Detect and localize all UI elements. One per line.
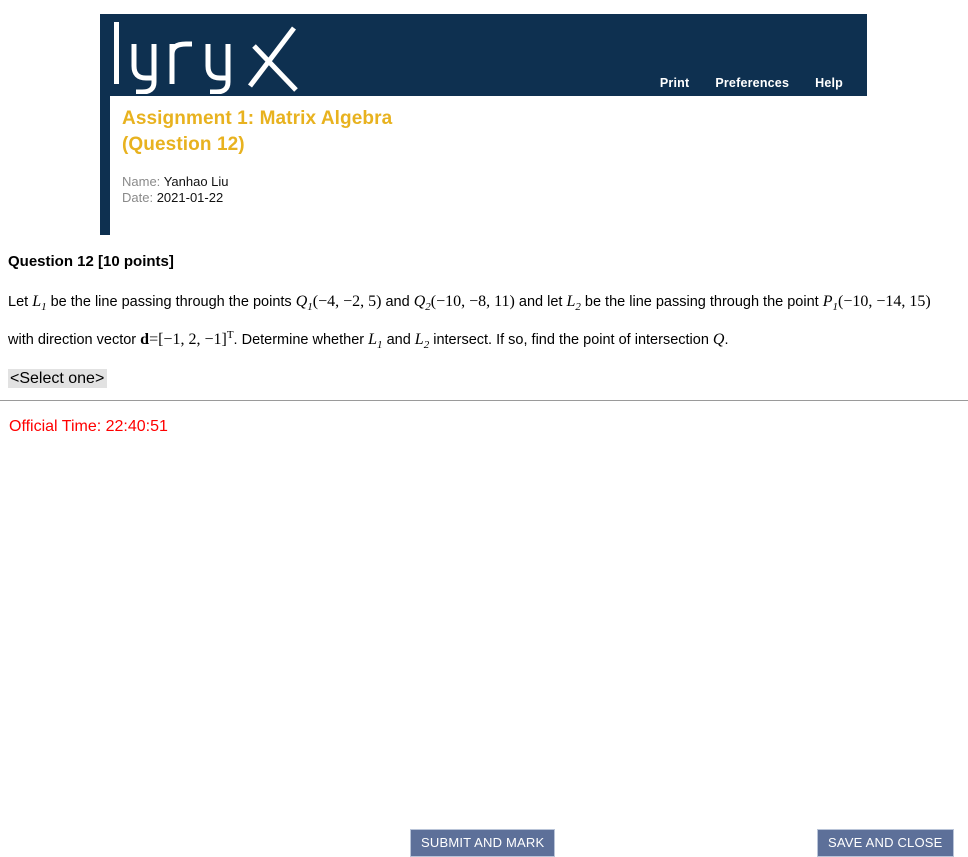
student-name-label: Name: [122, 174, 161, 189]
answer-select[interactable]: <Select one> [8, 369, 107, 389]
submit-and-mark-button[interactable]: SUBMIT AND MARK [410, 829, 556, 857]
app-header: Print Preferences Help Assignment 1: Mat… [100, 14, 881, 236]
assignment-date-value: 2021-01-22 [156, 190, 224, 205]
student-name-row: Name: Yanhao Liu [122, 174, 869, 190]
math-line-l2-b: L2 [414, 331, 430, 352]
nav-link-help[interactable]: Help [815, 76, 843, 90]
question-heading: Question 12 [10 points] [8, 253, 174, 270]
math-point-q: Q [712, 331, 725, 349]
question-seg-period: . [724, 332, 729, 349]
math-point-q1-coords: (−4, −2, 5) [312, 293, 382, 310]
math-point-q2-coords: (−10, −8, 11) [430, 293, 515, 310]
math-line-l1: L1 [32, 293, 47, 314]
footer-bar: Official Time: 22:40:51 SUBMIT AND MARK … [0, 414, 968, 857]
lyryx-logo [108, 20, 308, 95]
assignment-info-panel: Assignment 1: Matrix Algebra (Question 1… [110, 96, 881, 236]
question-seg-intersect: intersect. If so, find the point of inte… [429, 332, 713, 349]
official-time-value: 22:40:51 [105, 418, 168, 435]
question-seg-with-direction: with direction vector [8, 332, 141, 349]
assignment-title-line2: (Question 12) [122, 134, 245, 155]
question-seg-after-l1: be the line passing through the points [46, 294, 296, 310]
math-line-l1-b: L1 [368, 331, 383, 352]
assignment-date-row: Date: 2021-01-22 [122, 190, 869, 206]
question-seg-and-2: and [382, 332, 415, 349]
student-name-value: Yanhao Liu [163, 174, 229, 189]
math-transpose-superscript: T [226, 329, 234, 342]
question-seg-and-let: and let [514, 294, 567, 310]
question-area: Question 12 [10 points] Let L1 be the li… [8, 253, 958, 389]
nav-link-print[interactable]: Print [660, 76, 689, 90]
math-line-l2: L2 [566, 293, 581, 314]
question-seg-let: Let [8, 294, 33, 310]
header-nav: Print Preferences Help [660, 76, 843, 90]
math-point-p1: P1 [822, 293, 838, 314]
assignment-title-line1: Assignment 1: Matrix Algebra [122, 108, 393, 129]
question-seg-determine: . Determine whether [233, 332, 369, 349]
math-point-q1: Q1 [295, 293, 313, 314]
math-point-q2: Q2 [413, 293, 431, 314]
math-direction-vector-value: =[−1, 2, −1] [149, 331, 227, 349]
assignment-date-label: Date: [122, 190, 154, 205]
assignment-meta: Name: Yanhao Liu Date: 2021-01-22 [122, 174, 869, 206]
assignment-title: Assignment 1: Matrix Algebra (Question 1… [122, 106, 869, 158]
save-and-close-button[interactable]: SAVE AND CLOSE [817, 829, 954, 857]
official-time: Official Time: 22:40:51 [9, 418, 168, 436]
nav-link-preferences[interactable]: Preferences [715, 76, 789, 90]
math-point-p1-coords: (−10, −14, 15) [838, 293, 931, 310]
question-seg-and: and [381, 294, 414, 310]
official-time-label: Official Time: [9, 418, 102, 435]
question-text: Let L1 be the line passing through the p… [8, 288, 958, 359]
answer-select-wrapper: <Select one> [8, 369, 958, 389]
math-direction-vector-symbol: d [140, 331, 150, 349]
footer-divider [0, 400, 968, 401]
question-seg-after-l2: be the line passing through the point [580, 294, 823, 310]
